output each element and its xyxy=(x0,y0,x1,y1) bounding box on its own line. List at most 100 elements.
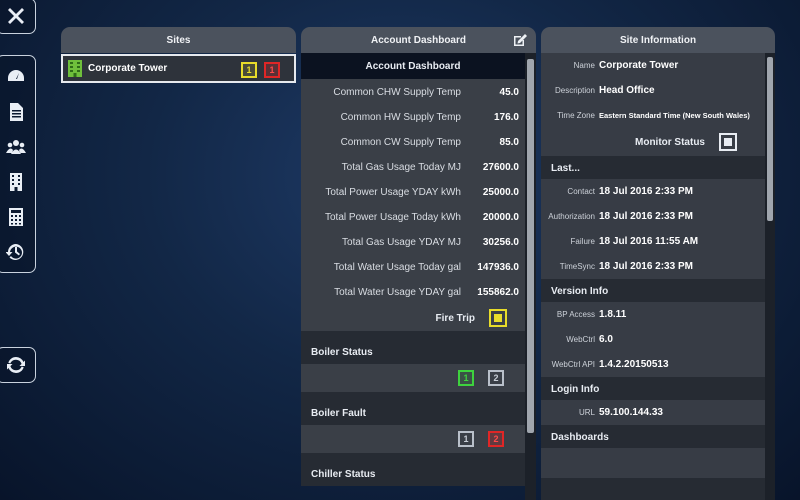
version-list: BP Access 1.8.11 WebCtrl 6.0 WebCtrl API… xyxy=(541,302,765,377)
fire-trip-indicator[interactable] xyxy=(489,309,507,327)
dashboards-title: Dashboards xyxy=(551,432,609,443)
last-label: Authorization xyxy=(548,212,595,221)
metric-label: Total Water Usage Today gal xyxy=(333,262,461,273)
metric-value: 27600.0 xyxy=(482,162,519,173)
login-list: URL 59.100.144.33 xyxy=(541,400,765,425)
site-description-row: Description Head Office xyxy=(541,78,765,103)
site-name-value: Corporate Tower xyxy=(599,60,679,71)
metric-value: 20000.0 xyxy=(482,212,519,223)
site-name-label: Name xyxy=(573,61,595,70)
edit-icon[interactable] xyxy=(512,32,528,48)
metric-row: Total Water Usage Today gal 147936.0 xyxy=(301,255,525,280)
metric-value: 85.0 xyxy=(499,137,519,148)
account-scrollbar-thumb[interactable] xyxy=(527,59,534,433)
last-list: Contact 18 Jul 2016 2:33 PM Authorizatio… xyxy=(541,179,765,279)
version-value: 1.8.11 xyxy=(599,309,627,320)
refresh-button[interactable] xyxy=(0,347,36,383)
sites-panel: Sites Corporate Tower 1 1 xyxy=(61,27,296,85)
version-section-title: Version Info xyxy=(541,279,765,302)
version-value: 1.4.2.20150513 xyxy=(599,359,669,370)
metric-label: Total Power Usage YDAY kWh xyxy=(325,187,461,198)
site-information-title: Site Information xyxy=(619,34,697,46)
login-title: Login Info xyxy=(551,384,600,395)
dashboard-icon[interactable] xyxy=(4,65,28,89)
last-label: Contact xyxy=(567,187,595,196)
boiler-status-label: Boiler Status xyxy=(311,347,373,358)
last-row: Authorization 18 Jul 2016 2:33 PM xyxy=(541,204,765,229)
chiller-status-label: Chiller Status xyxy=(311,469,376,480)
version-label: WebCtrl API xyxy=(551,360,595,369)
calculator-icon[interactable] xyxy=(4,205,28,229)
version-title: Version Info xyxy=(551,286,609,297)
last-title: Last... xyxy=(551,163,580,174)
metric-label: Common HW Supply Temp xyxy=(340,112,461,123)
site-timezone-label: Time Zone xyxy=(557,111,595,120)
site-info-scrollbar[interactable] xyxy=(765,53,775,500)
boiler-status-badge-1[interactable]: 1 xyxy=(458,370,474,386)
boiler-fault-label: Boiler Fault xyxy=(311,408,367,419)
boiler-fault-badges: 1 2 xyxy=(301,425,525,453)
version-row: WebCtrl 6.0 xyxy=(541,327,765,352)
account-scrollbar[interactable] xyxy=(525,53,536,500)
metric-value: 176.0 xyxy=(493,112,519,123)
close-icon xyxy=(4,4,28,28)
site-item-corporate-tower[interactable]: Corporate Tower 1 1 xyxy=(61,54,296,83)
metric-label: Total Gas Usage Today MJ xyxy=(341,162,461,173)
metric-row: Common HW Supply Temp 176.0 xyxy=(301,105,525,130)
site-information-header: Site Information xyxy=(541,27,775,53)
site-name-row: Name Corporate Tower xyxy=(541,53,765,78)
metric-row: Total Power Usage Today kWh 20000.0 xyxy=(301,205,525,230)
last-value: 18 Jul 2016 11:55 AM xyxy=(599,236,699,247)
site-alarm-badge-red[interactable]: 1 xyxy=(264,62,280,78)
version-label: BP Access xyxy=(556,310,595,319)
last-row: Contact 18 Jul 2016 2:33 PM xyxy=(541,179,765,204)
dashboards-section-title: Dashboards xyxy=(541,425,765,448)
metric-label: Common CHW Supply Temp xyxy=(333,87,461,98)
boiler-status-badge-2[interactable]: 2 xyxy=(488,370,504,386)
site-information-panel: Site Information Name Corporate Tower De… xyxy=(541,27,775,500)
fire-trip-indicator-fill xyxy=(494,314,502,322)
site-description-value: Head Office xyxy=(599,85,655,96)
metric-label: Total Power Usage Today kWh xyxy=(325,212,461,223)
boiler-fault-badge-1[interactable]: 1 xyxy=(458,431,474,447)
metric-label: Common CW Supply Temp xyxy=(340,137,461,148)
last-section-title: Last... xyxy=(541,156,765,179)
version-row: BP Access 1.8.11 xyxy=(541,302,765,327)
metric-value: 25000.0 xyxy=(482,187,519,198)
account-dashboard-panel: Account Dashboard Account Dashboard Comm… xyxy=(301,27,536,500)
building-icon[interactable] xyxy=(4,170,28,194)
version-row: WebCtrl API 1.4.2.20150513 xyxy=(541,352,765,377)
login-row: URL 59.100.144.33 xyxy=(541,400,765,425)
metric-row: Common CW Supply Temp 85.0 xyxy=(301,130,525,155)
login-label: URL xyxy=(578,408,595,417)
history-icon[interactable] xyxy=(4,240,28,264)
site-timezone-row: Time Zone Eastern Standard Time (New Sou… xyxy=(541,103,765,128)
fire-trip-label: Fire Trip xyxy=(435,312,475,324)
document-icon[interactable] xyxy=(4,100,28,124)
close-button[interactable] xyxy=(0,0,36,34)
account-dashboard-body: Account Dashboard Common CHW Supply Temp… xyxy=(301,53,525,500)
site-alarm-badge-yellow[interactable]: 1 xyxy=(241,62,257,78)
metric-value: 155862.0 xyxy=(477,287,519,298)
site-info-scrollbar-thumb[interactable] xyxy=(767,57,773,221)
metric-row: Total Water Usage YDAY gal 155862.0 xyxy=(301,280,525,305)
nav-rail xyxy=(0,55,36,273)
last-row: Failure 18 Jul 2016 11:55 AM xyxy=(541,229,765,254)
metric-value: 147936.0 xyxy=(477,262,519,273)
boiler-status-title: Boiler Status xyxy=(301,331,525,364)
last-value: 18 Jul 2016 2:33 PM xyxy=(599,211,693,222)
metric-value: 30256.0 xyxy=(482,237,519,248)
monitor-status-checkbox-fill xyxy=(724,138,732,146)
metrics-list: Common CHW Supply Temp 45.0 Common HW Su… xyxy=(301,79,525,331)
sites-header: Sites xyxy=(61,27,296,53)
login-url-value[interactable]: 59.100.144.33 xyxy=(599,407,663,418)
boiler-fault-badge-2[interactable]: 2 xyxy=(488,431,504,447)
version-label: WebCtrl xyxy=(566,335,595,344)
users-icon[interactable] xyxy=(4,135,28,159)
account-dashboard-subtitle: Account Dashboard xyxy=(365,60,461,72)
fire-trip-row: Fire Trip xyxy=(301,305,525,331)
account-dashboard-subheader: Account Dashboard xyxy=(301,53,525,79)
metric-label: Total Water Usage YDAY gal xyxy=(334,287,461,298)
monitor-status-checkbox[interactable] xyxy=(719,133,737,151)
last-value: 18 Jul 2016 2:33 PM xyxy=(599,261,693,272)
